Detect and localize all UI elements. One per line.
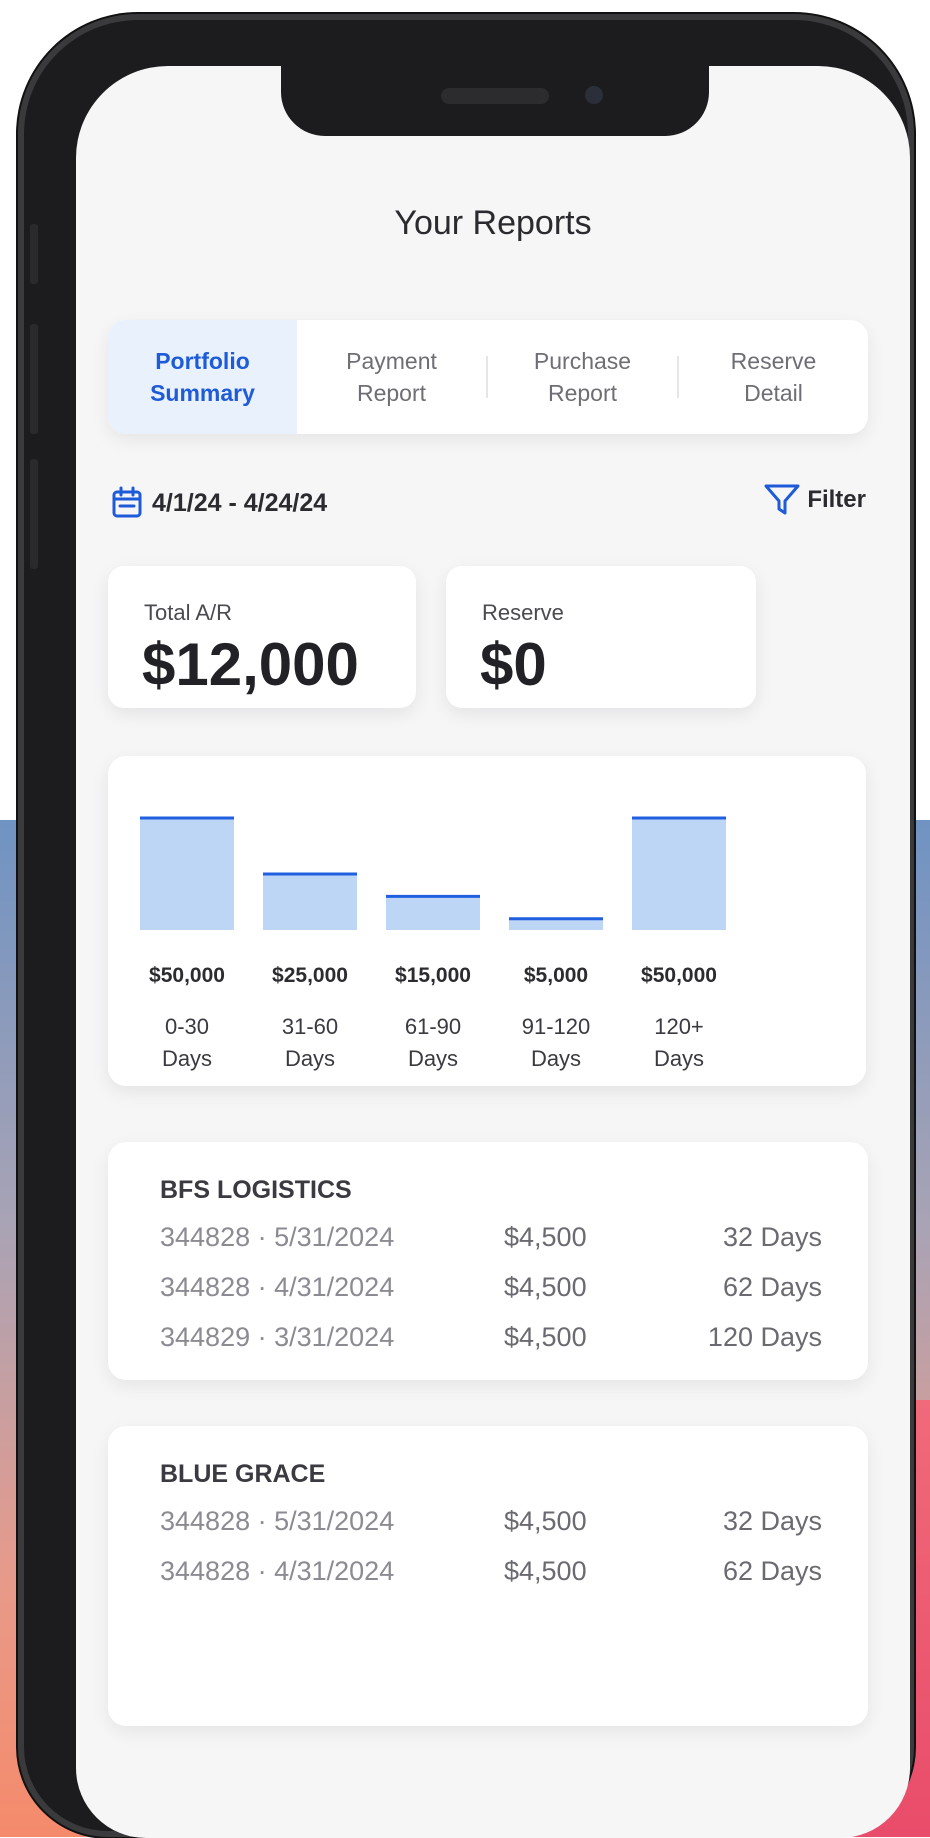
tab-reserve-detail[interactable]: Reserve Detail xyxy=(679,320,868,434)
invoice-row[interactable]: 344829 · 3/31/2024 $4,500 120 Days xyxy=(160,1322,822,1362)
date-range-text: 4/1/24 - 4/24/24 xyxy=(152,488,328,517)
speaker xyxy=(441,88,549,104)
reserve-card: Reserve $0 xyxy=(446,566,756,708)
invoice-days: 62 Days xyxy=(722,1272,822,1302)
invoice-id-date: 344828 · 5/31/2024 xyxy=(160,1222,395,1252)
invoice-row[interactable]: 344828 · 4/31/2024 $4,500 62 Days xyxy=(160,1556,822,1596)
total-ar-value: $12,000 xyxy=(142,631,359,698)
chart-bar[interactable] xyxy=(263,874,357,930)
chart-bar[interactable] xyxy=(140,818,234,930)
invoice-id-date: 344828 · 5/31/2024 xyxy=(160,1506,395,1536)
chart-value-label: $50,000 xyxy=(641,964,717,987)
chart-category-label: 120+ xyxy=(654,1014,704,1039)
notch xyxy=(281,66,709,136)
invoice-amount: $4,500 xyxy=(504,1322,587,1352)
phone-frame: Your Reports Portfolio Summary Payment Rep… xyxy=(18,14,914,1838)
chart-value-label: $15,000 xyxy=(395,964,471,987)
chart-category-label: Days xyxy=(408,1046,458,1071)
tab-label-line2: Detail xyxy=(744,380,803,406)
invoice-id-date: 344828 · 4/31/2024 xyxy=(160,1272,395,1302)
aging-bar-chart: $50,000 0-30 Days $25,000 31-60 Days $15,000 61… xyxy=(140,816,726,1071)
chart-value-label: $25,000 xyxy=(272,964,348,987)
front-camera xyxy=(585,86,603,104)
account-name: BLUE GRACE xyxy=(160,1460,326,1488)
invoice-amount: $4,500 xyxy=(504,1222,587,1252)
mute-switch xyxy=(30,224,38,284)
chart-value-label: $50,000 xyxy=(149,964,225,987)
reserve-label: Reserve xyxy=(482,600,564,625)
invoice-id-date: 344829 · 3/31/2024 xyxy=(160,1322,395,1352)
tab-label-line1: Portfolio xyxy=(155,348,250,374)
chart-bar[interactable] xyxy=(632,818,726,930)
invoice-amount: $4,500 xyxy=(504,1272,587,1302)
chart-category-label: 0-30 xyxy=(165,1014,209,1039)
volume-down-button xyxy=(30,459,38,569)
tab-portfolio-summary[interactable]: Portfolio Summary xyxy=(108,320,297,434)
chart-category-label: 91-120 xyxy=(522,1014,591,1039)
filter-icon xyxy=(764,484,800,515)
chart-bar[interactable] xyxy=(509,918,603,930)
chart-bar[interactable] xyxy=(386,896,480,930)
invoice-row[interactable]: 344828 · 5/31/2024 $4,500 32 Days xyxy=(160,1222,822,1262)
chart-category-label: 31-60 xyxy=(282,1014,338,1039)
phone-screen: Your Reports Portfolio Summary Payment Rep… xyxy=(76,66,910,1838)
tab-payment-report[interactable]: Payment Report xyxy=(297,320,486,434)
account-card[interactable]: BFS LOGISTICS 344828 · 5/31/2024 $4,500 … xyxy=(108,1142,868,1380)
invoice-days: 120 Days xyxy=(707,1322,822,1352)
invoice-days: 32 Days xyxy=(722,1222,822,1252)
date-range-picker[interactable]: 4/1/24 - 4/24/24 xyxy=(110,486,327,520)
chart-category-label: Days xyxy=(285,1046,335,1071)
tab-label-line2: Report xyxy=(547,380,618,406)
aging-chart-card: $50,000 0-30 Days $25,000 31-60 Days $15,000 61… xyxy=(108,756,866,1086)
tab-label-line1: Reserve xyxy=(730,348,817,374)
chart-category-label: Days xyxy=(531,1046,581,1071)
invoice-days: 32 Days xyxy=(722,1506,822,1536)
invoice-row[interactable]: 344828 · 5/31/2024 $4,500 32 Days xyxy=(160,1506,822,1546)
tab-purchase-report[interactable]: Purchase Report xyxy=(488,320,677,434)
tab-label-line1: Payment xyxy=(346,348,437,374)
reserve-value: $0 xyxy=(480,631,547,698)
chart-value-label: $5,000 xyxy=(524,964,588,987)
tab-label-line2: Summary xyxy=(150,380,255,406)
calendar-icon xyxy=(112,486,142,518)
report-tabs: Portfolio Summary Payment Report Purchase R… xyxy=(108,320,868,434)
invoice-amount: $4,500 xyxy=(504,1506,587,1536)
chart-category-label: 61-90 xyxy=(405,1014,461,1039)
account-card[interactable]: BLUE GRACE 344828 · 5/31/2024 $4,500 32 … xyxy=(108,1426,868,1726)
chart-category-label: Days xyxy=(162,1046,212,1071)
filter-label: Filter xyxy=(807,486,866,513)
chart-category-label: Days xyxy=(654,1046,704,1071)
tab-label-line1: Purchase xyxy=(533,348,632,374)
filter-button[interactable]: Filter xyxy=(763,482,866,518)
invoice-amount: $4,500 xyxy=(504,1556,587,1586)
volume-up-button xyxy=(30,324,38,434)
total-ar-label: Total A/R xyxy=(144,600,233,625)
account-name: BFS LOGISTICS xyxy=(160,1176,352,1204)
invoice-row[interactable]: 344828 · 4/31/2024 $4,500 62 Days xyxy=(160,1272,822,1312)
page-title: Your Reports xyxy=(394,204,592,242)
total-ar-card: Total A/R $12,000 xyxy=(108,566,416,708)
tab-label-line2: Report xyxy=(356,380,427,406)
invoice-days: 62 Days xyxy=(722,1556,822,1586)
invoice-id-date: 344828 · 4/31/2024 xyxy=(160,1556,395,1586)
